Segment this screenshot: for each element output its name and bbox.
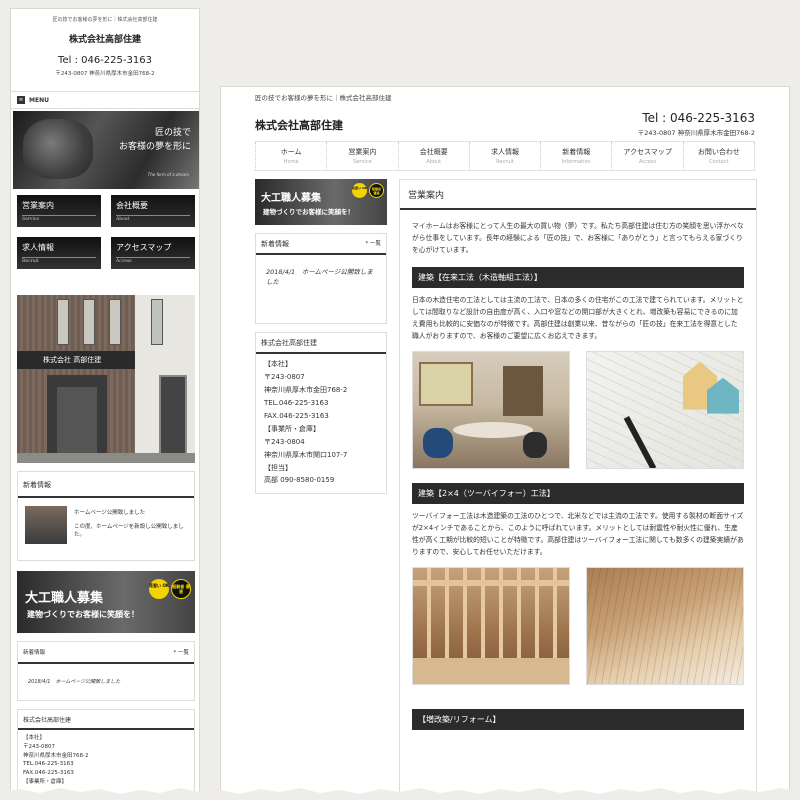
nav-information[interactable]: 新着情報 Information: [541, 142, 613, 170]
mobile-nav-about[interactable]: 会社概要 About: [111, 195, 195, 227]
nav-home[interactable]: ホーム Home: [255, 142, 328, 170]
news-thumbnail[interactable]: [25, 506, 67, 544]
site-company-name[interactable]: 株式会社高部住建: [255, 117, 343, 133]
living-room-photo: [412, 350, 570, 469]
site-tagline: 匠の技でお客様の夢を形に｜株式会社高部住建: [52, 17, 158, 23]
nav-recruit[interactable]: 求人情報 Recruit: [470, 142, 542, 170]
sidebar-news-item[interactable]: 2018/4/1 ホームページ公開致しました: [256, 255, 386, 323]
mobile-menu-button[interactable]: ≡ MENU: [11, 91, 199, 109]
hero-subtitle: The form of a dream: [147, 172, 189, 177]
nav-access[interactable]: アクセスマップ Access: [612, 142, 684, 170]
site-tel[interactable]: Tel : 046-225-3163: [11, 55, 199, 66]
site-address: 〒243-0807 神奈川県厚木市金田768-2: [637, 129, 755, 137]
section-heading-conventional: 建築【在来工法（木造軸組工法）】: [412, 266, 744, 288]
recruit-subtitle: 建物づくりでお客様に笑顔を！: [263, 208, 354, 216]
hero-headline: 匠の技で お客様の夢を形に: [118, 128, 191, 152]
badge-experienced: 経験者 優遇: [369, 183, 384, 198]
desktop-preview: 匠の技でお客様の夢を形に｜株式会社高部住建 株式会社高部住建 Tel : 046…: [220, 86, 790, 800]
section-text-2x4: ツーバイフォー工法は木造建築の工法のひとつで、北米などでは主流の工法です。使用す…: [412, 511, 744, 557]
mobile-nav-access[interactable]: アクセスマップ Access: [111, 237, 195, 269]
sidebar-company-box: 株式会社高部住建 【本社】 〒243-0807 神奈川県厚木市金田768-2 T…: [255, 332, 387, 495]
mobile-recruit-banner[interactable]: 大工職人募集 建物づくりでお客様に笑顔を！ 見習い OK 経験者 優遇: [17, 571, 195, 633]
intro-text: マイホームはお客様にとって人生の最大の買い物（夢）です。私たち高部住建は住む方の…: [412, 222, 744, 255]
mobile-news-box: 新着情報 ホームページ公開致しました この度、ホームページを新設し公開致しました…: [17, 471, 195, 561]
sidebar-news-box: 新着情報 * 一覧 2018/4/1 ホームページ公開致しました: [255, 233, 387, 324]
news-heading: 新着情報: [18, 472, 194, 498]
nav-service[interactable]: 営業案内 Service: [327, 142, 399, 170]
news-list-heading: 新着情報: [23, 650, 46, 656]
mobile-news-list: 新着情報 * 一覧 2018/4/1 ホームページ公開致しました: [17, 641, 195, 701]
mobile-nav: 営業案内 Service 会社概要 About 求人情報 Recruit アクセ…: [17, 195, 195, 269]
site-company-name[interactable]: 株式会社高部住建: [11, 32, 199, 45]
news-list-more-link[interactable]: * 一覧: [174, 648, 190, 656]
badge-experienced: 経験者 優遇: [171, 579, 191, 599]
recruit-banner[interactable]: 大工職人募集 建物づくりでお客様に笑顔を！ 見習い OK 経験者 優遇: [255, 179, 387, 225]
sidebar-news-more-link[interactable]: * 一覧: [366, 239, 382, 249]
badge-apprentice: 見習い OK: [149, 579, 169, 599]
news-list-item[interactable]: 2018/4/1 ホームページ公開致しました: [18, 664, 194, 685]
company-box-heading: 株式会社高部住建: [18, 710, 194, 730]
section-text-conventional: 日本の木造住宅の工法としては主流の工法で、日本の多くの住宅がこの工法で建てられて…: [412, 295, 744, 341]
wood-surface-photo: [586, 566, 744, 685]
mobile-nav-service[interactable]: 営業案内 Service: [17, 195, 101, 227]
page-title: 営業案内: [400, 180, 756, 210]
recruit-title: 大工職人募集: [25, 591, 104, 606]
news-item-body: この度、ホームページを新設し公開致しました。: [74, 524, 184, 539]
blueprint-house-model-photo: [586, 350, 744, 469]
photo-row-1: [400, 343, 756, 473]
site-tel[interactable]: Tel : 046-225-3163: [642, 111, 755, 125]
menu-icon: ≡: [17, 96, 25, 104]
main-content: 営業案内 マイホームはお客様にとって人生の最大の買い物（夢）です。私たち高部住建…: [399, 179, 757, 799]
photo-row-2: [400, 559, 756, 689]
building-sign: 株式会社 高部住建: [17, 351, 135, 369]
menu-label: MENU: [29, 96, 49, 104]
hero-photo: [23, 119, 93, 179]
company-info-lines: 【本社】 〒243-0807 神奈川県厚木市金田768-2 TEL.046-22…: [264, 360, 348, 485]
sidebar: 大工職人募集 建物づくりでお客様に笑顔を！ 見習い OK 経験者 優遇 新着情報…: [255, 179, 387, 495]
global-nav: ホーム Home 営業案内 Service 会社概要 About 求人情報 Recrui…: [255, 141, 755, 171]
building-photo: 株式会社 高部住建: [17, 295, 195, 463]
nav-about[interactable]: 会社概要 About: [399, 142, 470, 170]
torn-edge-decoration: [0, 788, 800, 800]
site-address: 〒243-0807 神奈川県厚木市金田768-2: [55, 71, 155, 77]
mobile-preview: 匠の技でお客様の夢を形に｜株式会社高部住建 株式会社高部住建 Tel : 046…: [10, 8, 200, 800]
recruit-subtitle: 建物づくりでお客様に笑顔を！: [27, 609, 139, 619]
badge-apprentice: 見習い OK: [352, 183, 367, 198]
sidebar-company-heading: 株式会社高部住建: [261, 339, 317, 347]
timber-frame-photo: [412, 566, 570, 685]
section-heading-2x4: 建築【2×4（ツーバイフォー）工法】: [412, 482, 744, 504]
company-info-lines: 【本社】 〒243-0807 神奈川県厚木市金田768-2 TEL.046-22…: [23, 735, 89, 785]
news-item-title[interactable]: ホームページ公開致しました: [74, 508, 145, 516]
mobile-nav-recruit[interactable]: 求人情報 Recruit: [17, 237, 101, 269]
section-heading-renovation: 【増改築/リフォーム】: [412, 708, 744, 730]
sidebar-news-heading: 新着情報: [261, 240, 289, 248]
recruit-title: 大工職人募集: [261, 193, 321, 204]
site-tagline: 匠の技でお客様の夢を形に｜株式会社高部住建: [255, 94, 392, 102]
hero-image: 匠の技で お客様の夢を形に The form of a dream: [13, 111, 199, 189]
nav-contact[interactable]: お問い合わせ Contact: [684, 142, 755, 170]
